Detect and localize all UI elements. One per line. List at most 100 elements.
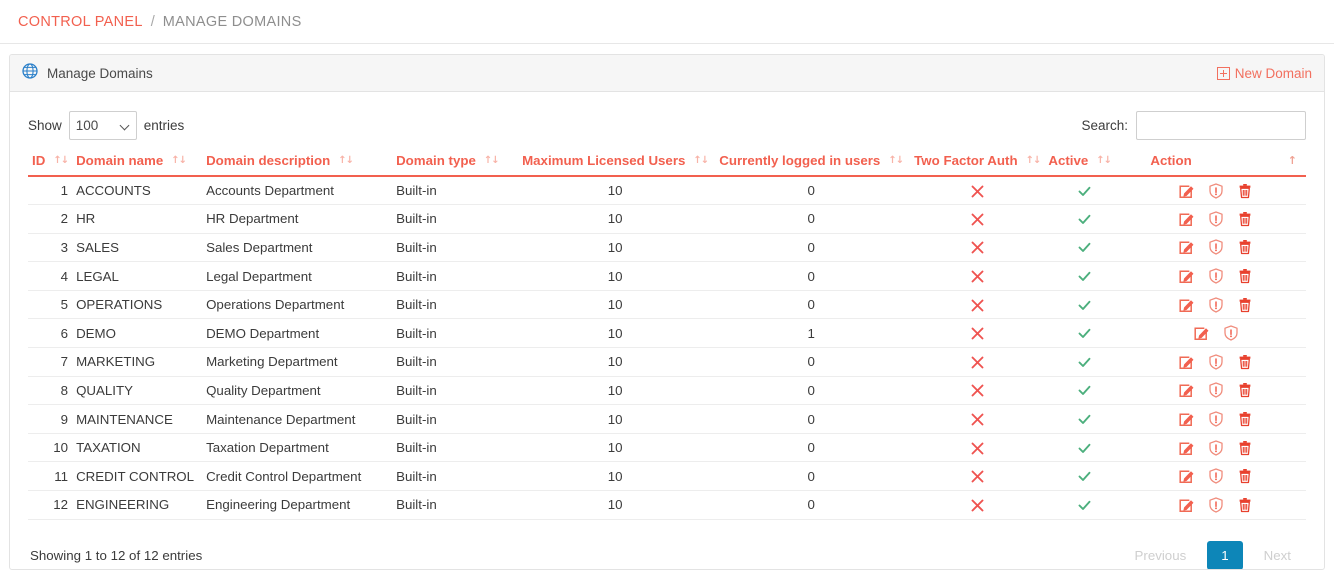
column-label-action: Action bbox=[1150, 153, 1191, 168]
column-header-domain-type[interactable]: Domain type ↑↓ bbox=[392, 150, 518, 176]
shield-icon[interactable] bbox=[1208, 268, 1224, 284]
action-buttons bbox=[1128, 297, 1302, 313]
delete-icon[interactable] bbox=[1237, 468, 1253, 484]
shield-icon[interactable] bbox=[1208, 354, 1224, 370]
cell-domain-name: MAINTENANCE bbox=[72, 405, 202, 434]
edit-icon[interactable] bbox=[1179, 354, 1195, 370]
plus-square-icon bbox=[1217, 67, 1230, 80]
delete-icon[interactable] bbox=[1237, 440, 1253, 456]
cell-active bbox=[1044, 233, 1124, 262]
cell-domain-name: ACCOUNTS bbox=[72, 176, 202, 205]
delete-icon[interactable] bbox=[1237, 268, 1253, 284]
shield-icon[interactable] bbox=[1208, 497, 1224, 513]
cross-icon bbox=[970, 268, 985, 283]
globe-icon bbox=[22, 63, 38, 84]
action-buttons bbox=[1128, 440, 1302, 456]
column-header-currently-logged-in-users[interactable]: Currently logged in users ↑↓ bbox=[712, 150, 910, 176]
shield-icon[interactable] bbox=[1208, 411, 1224, 427]
new-domain-label: New Domain bbox=[1235, 66, 1312, 81]
cell-active bbox=[1044, 205, 1124, 234]
cell-two-factor-auth bbox=[910, 348, 1044, 377]
edit-icon[interactable] bbox=[1179, 183, 1195, 199]
cell-currently-logged-in-users: 0 bbox=[712, 262, 910, 291]
search-label: Search: bbox=[1081, 118, 1128, 133]
cell-maximum-licensed-users: 10 bbox=[518, 405, 712, 434]
column-header-active[interactable]: Active ↑↓ bbox=[1044, 150, 1124, 176]
cell-currently-logged-in-users: 1 bbox=[712, 319, 910, 348]
column-header-domain-description[interactable]: Domain description ↑↓ bbox=[202, 150, 392, 176]
manage-domains-panel: Manage Domains New Domain Show 102550100… bbox=[9, 54, 1325, 570]
edit-icon[interactable] bbox=[1179, 497, 1195, 513]
action-buttons bbox=[1128, 468, 1302, 484]
shield-icon[interactable] bbox=[1208, 468, 1224, 484]
edit-icon[interactable] bbox=[1179, 268, 1195, 284]
cell-domain-description: Credit Control Department bbox=[202, 462, 392, 491]
delete-icon[interactable] bbox=[1237, 497, 1253, 513]
cell-action bbox=[1124, 491, 1306, 520]
shield-icon[interactable] bbox=[1208, 382, 1224, 398]
cell-id: 10 bbox=[28, 433, 72, 462]
delete-icon[interactable] bbox=[1237, 211, 1253, 227]
cell-two-factor-auth bbox=[910, 290, 1044, 319]
edit-icon[interactable] bbox=[1179, 440, 1195, 456]
table-row: 10TAXATIONTaxation DepartmentBuilt-in100 bbox=[28, 433, 1306, 462]
shield-icon[interactable] bbox=[1208, 211, 1224, 227]
page-length-select[interactable]: 102550100 bbox=[69, 111, 137, 140]
edit-icon[interactable] bbox=[1194, 325, 1210, 341]
cell-domain-type: Built-in bbox=[392, 176, 518, 205]
edit-icon[interactable] bbox=[1179, 239, 1195, 255]
cell-maximum-licensed-users: 10 bbox=[518, 319, 712, 348]
shield-icon[interactable] bbox=[1223, 325, 1239, 341]
cell-domain-type: Built-in bbox=[392, 233, 518, 262]
cell-domain-description: Legal Department bbox=[202, 262, 392, 291]
shield-icon[interactable] bbox=[1208, 239, 1224, 255]
column-label-maximum-licensed-users: Maximum Licensed Users bbox=[522, 153, 685, 168]
cell-currently-logged-in-users: 0 bbox=[712, 290, 910, 319]
table-row: 8QUALITYQuality DepartmentBuilt-in100 bbox=[28, 376, 1306, 405]
edit-icon[interactable] bbox=[1179, 211, 1195, 227]
cross-icon bbox=[970, 382, 985, 397]
action-buttons bbox=[1128, 268, 1302, 284]
delete-icon[interactable] bbox=[1237, 382, 1253, 398]
edit-icon[interactable] bbox=[1179, 411, 1195, 427]
search-input[interactable] bbox=[1136, 111, 1306, 140]
cell-domain-name: HR bbox=[72, 205, 202, 234]
cell-currently-logged-in-users: 0 bbox=[712, 433, 910, 462]
cell-maximum-licensed-users: 10 bbox=[518, 433, 712, 462]
column-label-domain-name: Domain name bbox=[76, 153, 163, 168]
column-header-two-factor-auth[interactable]: Two Factor Auth ↑↓ bbox=[910, 150, 1044, 176]
cell-two-factor-auth bbox=[910, 491, 1044, 520]
delete-icon[interactable] bbox=[1237, 411, 1253, 427]
pagination-page-1[interactable]: 1 bbox=[1207, 541, 1242, 570]
edit-icon[interactable] bbox=[1179, 297, 1195, 313]
column-header-id[interactable]: ID ↑↓ bbox=[28, 150, 72, 176]
delete-icon[interactable] bbox=[1237, 354, 1253, 370]
cell-action bbox=[1124, 233, 1306, 262]
breadcrumb-control-panel[interactable]: CONTROL PANEL bbox=[18, 14, 143, 30]
table-row: 7MARKETINGMarketing DepartmentBuilt-in10… bbox=[28, 348, 1306, 377]
shield-icon[interactable] bbox=[1208, 183, 1224, 199]
column-header-action[interactable]: Action ↑ bbox=[1124, 150, 1306, 176]
edit-icon[interactable] bbox=[1179, 468, 1195, 484]
cell-domain-type: Built-in bbox=[392, 405, 518, 434]
cell-id: 8 bbox=[28, 376, 72, 405]
cell-domain-name: SALES bbox=[72, 233, 202, 262]
shield-icon[interactable] bbox=[1208, 297, 1224, 313]
shield-icon[interactable] bbox=[1208, 440, 1224, 456]
delete-icon[interactable] bbox=[1237, 297, 1253, 313]
cell-action bbox=[1124, 319, 1306, 348]
edit-icon[interactable] bbox=[1179, 382, 1195, 398]
column-header-maximum-licensed-users[interactable]: Maximum Licensed Users ↑↓ bbox=[518, 150, 712, 176]
delete-icon[interactable] bbox=[1237, 239, 1253, 255]
new-domain-button[interactable]: New Domain bbox=[1217, 66, 1312, 81]
breadcrumb-separator: / bbox=[151, 14, 155, 30]
cell-two-factor-auth bbox=[910, 376, 1044, 405]
column-header-domain-name[interactable]: Domain name ↑↓ bbox=[72, 150, 202, 176]
delete-icon[interactable] bbox=[1237, 183, 1253, 199]
cell-domain-type: Built-in bbox=[392, 376, 518, 405]
cross-icon bbox=[970, 239, 985, 254]
pagination-next[interactable]: Next bbox=[1251, 541, 1304, 570]
pagination-previous[interactable]: Previous bbox=[1122, 541, 1200, 570]
sort-icon-maximum-licensed-users: ↑↓ bbox=[693, 156, 708, 166]
cell-domain-description: Engineering Department bbox=[202, 491, 392, 520]
